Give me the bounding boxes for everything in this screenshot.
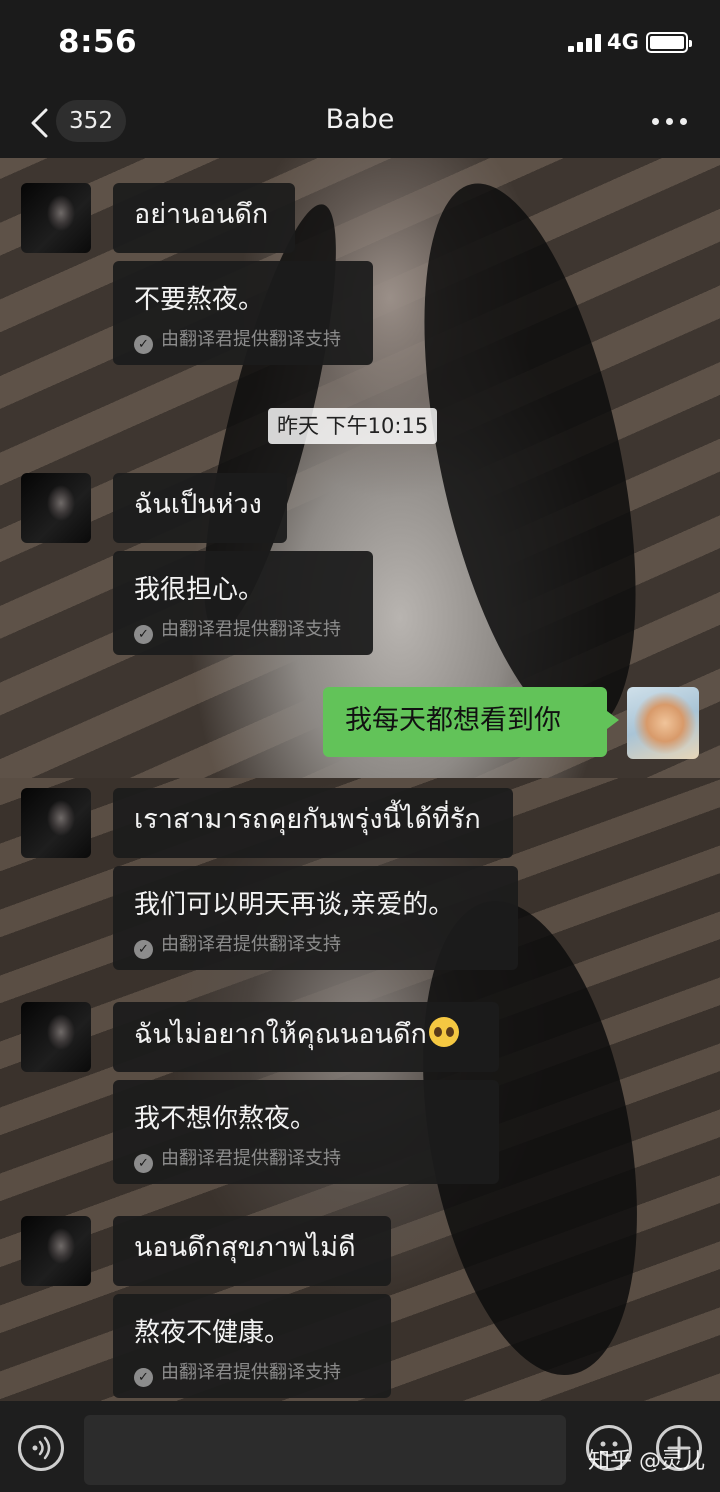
sent-message-bubble[interactable]: 我每天都想看到你 <box>323 687 619 757</box>
message-text: อย่านอนดึก <box>134 199 269 230</box>
translation-bubble[interactable]: 熬夜不健康。 ✓ 由翻译君提供翻译支持 <box>113 1294 391 1398</box>
translation-credit-label: 由翻译君提供翻译支持 <box>161 329 341 350</box>
sent-message-text: 我每天都想看到你 <box>345 705 561 736</box>
translation-credit: ✓ 由翻译君提供翻译支持 <box>134 1358 341 1387</box>
message-text: เราสามารถคุยกันพรุ่งนี้ได้ที่รัก <box>134 804 481 835</box>
translation-bubble[interactable]: 我很担心。 ✓ 由翻译君提供翻译支持 <box>113 551 373 655</box>
more-options-icon[interactable] <box>652 118 688 126</box>
back-chevron-icon[interactable] <box>28 108 54 138</box>
translation-credit-label: 由翻译君提供翻译支持 <box>161 1362 341 1383</box>
check-circle-icon: ✓ <box>134 1154 153 1173</box>
translation-text: 我们可以明天再谈,亲爱的。 <box>134 890 455 920</box>
pleading-face-icon <box>428 1017 459 1047</box>
translation-credit: ✓ 由翻译君提供翻译支持 <box>134 615 341 644</box>
translation-bubble[interactable]: 我不想你熬夜。 ✓ 由翻译君提供翻译支持 <box>113 1080 499 1184</box>
contact-avatar[interactable] <box>21 1216 91 1286</box>
self-avatar[interactable] <box>627 687 699 759</box>
unread-count-badge[interactable]: 352 <box>56 100 126 142</box>
message-text: ฉันเป็นห่วง <box>134 489 262 520</box>
translation-credit: ✓ 由翻译君提供翻译支持 <box>134 930 341 959</box>
voice-icon <box>32 1436 51 1460</box>
message-timestamp: 昨天 下午10:15 <box>268 408 438 444</box>
message-text-content: ฉันไม่อยากให้คุณนอนดึก <box>134 1019 427 1050</box>
check-circle-icon: ✓ <box>134 940 153 959</box>
check-circle-icon: ✓ <box>134 335 153 354</box>
message-input[interactable] <box>84 1415 566 1485</box>
check-circle-icon: ✓ <box>134 1368 153 1387</box>
battery-icon <box>646 32 692 53</box>
translation-credit-label: 由翻译君提供翻译支持 <box>161 934 341 955</box>
nav-bar: Babe 352 <box>0 84 720 158</box>
translation-credit: ✓ 由翻译君提供翻译支持 <box>134 1144 341 1173</box>
message-text: ฉันไม่อยากให้คุณนอนดึก <box>134 1017 459 1052</box>
translation-credit: ✓ 由翻译君提供翻译支持 <box>134 325 341 354</box>
chat-area[interactable]: อย่านอนดึก 不要熬夜。 ✓ 由翻译君提供翻译支持 昨天 下午10:15 … <box>0 158 720 1401</box>
voice-input-button[interactable] <box>18 1425 64 1471</box>
translation-text: 不要熬夜。 <box>134 285 265 315</box>
message-bubble[interactable]: อย่านอนดึก <box>113 183 295 253</box>
network-type: 4G <box>607 30 639 54</box>
status-bar: 8:56 4G <box>0 0 720 84</box>
contact-avatar[interactable] <box>21 788 91 858</box>
message-bubble[interactable]: เราสามารถคุยกันพรุ่งนี้ได้ที่รัก <box>113 788 513 858</box>
translation-bubble[interactable]: 我们可以明天再谈,亲爱的。 ✓ 由翻译君提供翻译支持 <box>113 866 518 970</box>
message-bubble[interactable]: ฉันเป็นห่วง <box>113 473 287 543</box>
contact-avatar[interactable] <box>21 1002 91 1072</box>
translation-bubble[interactable]: 不要熬夜。 ✓ 由翻译君提供翻译支持 <box>113 261 373 365</box>
contact-avatar[interactable] <box>21 183 91 253</box>
signal-icon <box>568 34 602 52</box>
translation-text: 熬夜不健康。 <box>134 1318 291 1348</box>
watermark: 知乎 @灵儿 <box>588 1449 705 1474</box>
status-time: 8:56 <box>58 24 138 60</box>
message-text: นอนดึกสุขภาพไม่ดี <box>134 1232 356 1263</box>
message-bubble[interactable]: ฉันไม่อยากให้คุณนอนดึก <box>113 1002 499 1072</box>
translation-credit-label: 由翻译君提供翻译支持 <box>161 1148 341 1169</box>
translation-text: 我不想你熬夜。 <box>134 1104 317 1134</box>
message-bubble[interactable]: นอนดึกสุขภาพไม่ดี <box>113 1216 391 1286</box>
translation-text: 我很担心。 <box>134 575 265 605</box>
check-circle-icon: ✓ <box>134 625 153 644</box>
translation-credit-label: 由翻译君提供翻译支持 <box>161 619 341 640</box>
contact-avatar[interactable] <box>21 473 91 543</box>
